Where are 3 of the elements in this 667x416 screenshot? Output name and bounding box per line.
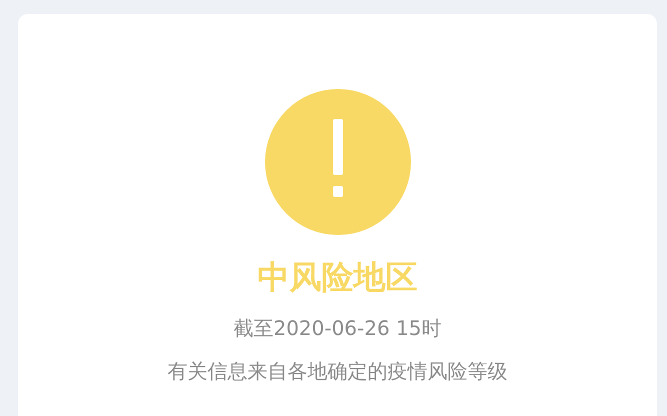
source-note: 有关信息来自各地确定的疫情风险等级: [168, 358, 508, 384]
update-time: 截至2020-06-26 15时: [233, 315, 442, 341]
risk-level-title: 中风险地区: [258, 257, 418, 297]
